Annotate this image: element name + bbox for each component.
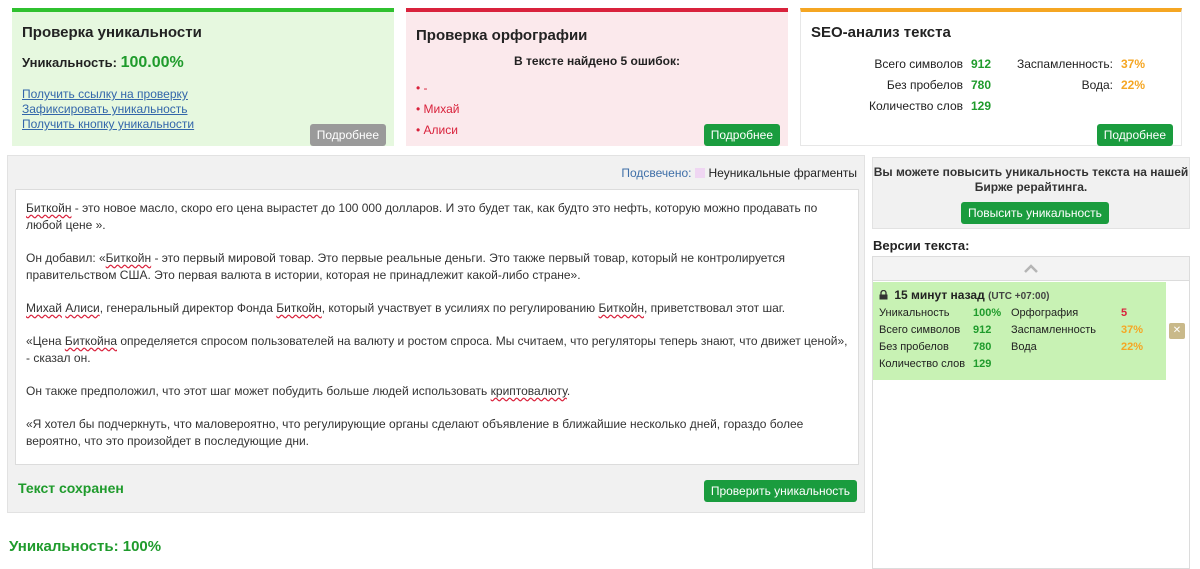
lock-icon (879, 289, 888, 300)
increase-uniqueness-button[interactable]: Повысить уникальность (961, 202, 1109, 224)
spelling-error-word[interactable]: Биткойна (65, 334, 117, 348)
versions-panel: 15 минут назад (UTC +07:00) Уникальность… (872, 256, 1190, 569)
spelling-card-title: Проверка орфографии (416, 27, 588, 44)
uniqueness-links: Получить ссылку на проверку Зафиксироват… (22, 87, 194, 132)
uniqueness-card-title: Проверка уникальности (22, 24, 202, 41)
spelling-error-word[interactable]: криптовалюту (491, 384, 567, 398)
spelling-error-word[interactable]: Алиси (65, 301, 99, 315)
seo-water: Вода: 22% (1081, 78, 1146, 92)
spelling-error-word[interactable]: Михай (26, 301, 62, 315)
text-content[interactable]: Биткойн - это новое масло, скоро его цен… (15, 189, 859, 465)
highlight-swatch (695, 168, 706, 178)
highlight-legend: Подсвечено: Неуникальные фрагменты (621, 166, 857, 180)
text-paragraph: Он добавил: «Биткойн - это первый мирово… (26, 251, 785, 282)
seo-more-button[interactable]: Подробнее (1096, 124, 1173, 146)
spelling-error-item[interactable]: • Михай (416, 99, 460, 120)
rewrite-promo: Вы можете повысить уникальность текста н… (872, 157, 1190, 229)
version-time: 15 минут назад (UTC +07:00) (879, 288, 1049, 302)
seo-words: Количество слов 129 (869, 99, 992, 113)
fix-uniqueness-link[interactable]: Зафиксировать уникальность (22, 102, 194, 117)
spelling-error-word[interactable]: Биткойн (106, 251, 151, 265)
uniqueness-more-button[interactable]: Подробнее (309, 124, 386, 146)
spelling-error-word[interactable]: Биткойн (26, 201, 71, 215)
uniqueness-summary: Уникальность: 100% (9, 538, 162, 555)
version-uniqueness: Уникальность 100% (879, 307, 1002, 319)
close-icon[interactable]: ✕ (1169, 323, 1185, 339)
text-paragraph: «Цена Биткойна определяется спросом поль… (26, 334, 848, 365)
spelling-card: Проверка орфографии В тексте найдено 5 о… (406, 8, 788, 146)
version-water: Вода 22% (1011, 341, 1144, 353)
seo-no-spaces: Без пробелов 780 (886, 78, 992, 92)
spelling-more-button[interactable]: Подробнее (703, 124, 780, 146)
get-check-link[interactable]: Получить ссылку на проверку (22, 87, 194, 102)
uniqueness-card: Проверка уникальности Уникальность: 100.… (12, 8, 394, 146)
text-panel: Подсвечено: Неуникальные фрагменты Биткой… (7, 155, 865, 513)
seo-spam: Заспамленность: 37% (1016, 57, 1146, 71)
versions-title: Версии текста: (873, 238, 970, 253)
spelling-error-word[interactable]: Биткойн (599, 301, 644, 315)
seo-card-title: SEO-анализ текста (811, 24, 951, 41)
seo-card: SEO-анализ текста Всего символов 912 Без … (800, 8, 1182, 146)
uniqueness-label: Уникальность: (22, 55, 117, 70)
highlight-label: Подсвечено: (621, 166, 692, 180)
highlight-legend-text: Неуникальные фрагменты (708, 166, 857, 180)
spelling-found-text: В тексте найдено 5 ошибок: (514, 54, 680, 68)
text-paragraph: «Я хотел бы подчеркнуть, что маловероятн… (26, 417, 804, 448)
text-paragraph: Он также предположил, что этот шаг может… (26, 384, 571, 398)
text-paragraph: Биткойн - это новое масло, скоро его цен… (26, 201, 818, 232)
spelling-error-item[interactable]: • - (416, 78, 460, 99)
seo-total-chars: Всего символов 912 (874, 57, 992, 71)
version-spelling: Орфография 5 (1011, 307, 1128, 319)
chevron-up-icon (1024, 264, 1038, 273)
version-words: Количество слов 129 (879, 358, 992, 370)
check-uniqueness-button[interactable]: Проверить уникальность (703, 480, 857, 502)
spelling-error-word[interactable]: Биткойн (276, 301, 321, 315)
uniqueness-value: 100.00% (120, 54, 184, 71)
get-uniqueness-button-link[interactable]: Получить кнопку уникальности (22, 117, 194, 132)
promo-text: Вы можете повысить уникальность текста н… (873, 165, 1189, 194)
versions-scroll-up[interactable] (873, 257, 1189, 281)
version-spam: Заспамленность 37% (1011, 324, 1144, 336)
version-total-chars: Всего символов 912 (879, 324, 992, 336)
version-no-spaces: Без пробелов 780 (879, 341, 992, 353)
text-paragraph: Михай Алиси, генеральный директор Фонда … (26, 301, 786, 315)
text-saved-status: Текст сохранен (18, 480, 124, 496)
spelling-error-item[interactable]: • Алиси (416, 120, 460, 141)
uniqueness-result: Уникальность: 100.00% (22, 54, 184, 72)
spelling-errors-list: • - • Михай • Алиси (416, 78, 460, 141)
version-item[interactable]: 15 минут назад (UTC +07:00) Уникальность… (873, 282, 1166, 380)
